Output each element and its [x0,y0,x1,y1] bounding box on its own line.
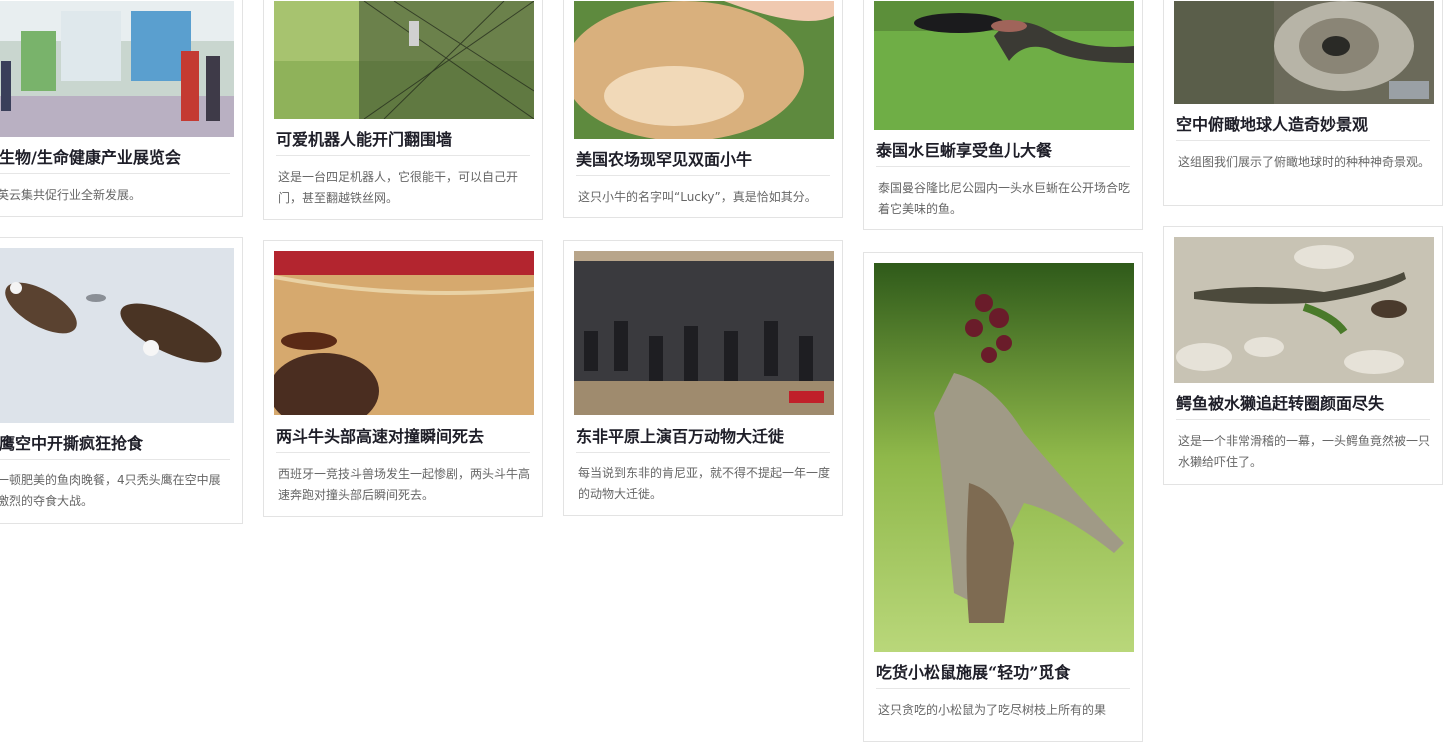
card-title[interactable]: 美国农场现罕见双面小牛 [576,148,830,176]
bullring-photo[interactable] [274,251,534,415]
card-description: 这只贪吃的小松鼠为了吃尽树枝上所有的果 [878,703,1107,717]
card-title[interactable]: 鳄鱼被水獭追赶转圈颜面尽失 [1176,392,1430,420]
card-title[interactable]: 可爱机器人能开门翻围墙 [276,128,530,156]
news-card-calf[interactable]: 美国农场现罕见双面小牛 这只小牛的名字叫“Lucky”，真是恰如其分。 [563,0,843,218]
card-title[interactable]: 泰国水巨蜥享受鱼儿大餐 [876,139,1130,167]
card-title[interactable]: 两斗牛头部高速对撞瞬间死去 [276,425,530,453]
news-card-lizard[interactable]: 泰国水巨蜥享受鱼儿大餐 泰国曼谷隆比尼公园内一头水巨蜥在公开场合吃着它美味的鱼。 [863,0,1143,230]
card-description: 精英云集共促行业全新发展。 [0,188,142,202]
card-title[interactable]: 头鹰空中开撕疯狂抢食 [0,432,230,460]
card-description: 这是一个非常滑稽的一幕，一头鳄鱼竟然被一只水獭给吓住了。 [1178,434,1431,469]
news-card-bulls[interactable]: 两斗牛头部高速对撞瞬间死去 西班牙一竞技斗兽场发生一起惨剧，两头斗牛高速奔跑对撞… [263,240,543,517]
news-card-eagles[interactable]: 头鹰空中开撕疯狂抢食 了一顿肥美的鱼肉晚餐，4只秃头鹰在空中展了激烈的夺食大战。 [0,237,243,524]
news-card-expo[interactable]: 际生物/生命健康产业展览会 精英云集共促行业全新发展。 [0,0,243,217]
wildebeest-migration-photo[interactable] [574,251,834,415]
monitor-lizard-photo[interactable] [874,1,1134,130]
card-description: 西班牙一竞技斗兽场发生一起惨剧，两头斗牛高速奔跑对撞头部后瞬间死去。 [278,467,531,502]
news-card-aerial[interactable]: 空中俯瞰地球人造奇妙景观 这组图我们展示了俯瞰地球时的种种神奇景观。 [1163,0,1443,206]
news-card-squirrel[interactable]: 吃货小松鼠施展“轻功”觅食 这只贪吃的小松鼠为了吃尽树枝上所有的果 [863,252,1143,742]
robot-fence-photo[interactable] [274,1,534,119]
news-card-robot[interactable]: 可爱机器人能开门翻围墙 这是一台四足机器人，它很能干，可以自己开门，甚至翻越铁丝… [263,0,543,220]
card-description: 这组图我们展示了俯瞰地球时的种种神奇景观。 [1178,155,1431,169]
news-card-migration[interactable]: 东非平原上演百万动物大迁徙 每当说到东非的肯尼亚，就不得不提起一年一度的动物大迁… [563,240,843,516]
aerial-quarry-photo[interactable] [1174,1,1434,104]
news-card-crocodile[interactable]: 鳄鱼被水獭追赶转圈颜面尽失 这是一个非常滑稽的一幕，一头鳄鱼竟然被一只水獭给吓住… [1163,226,1443,485]
card-description: 泰国曼谷隆比尼公园内一头水巨蜥在公开场合吃着它美味的鱼。 [878,181,1131,216]
card-title[interactable]: 东非平原上演百万动物大迁徙 [576,425,830,453]
card-title[interactable]: 空中俯瞰地球人造奇妙景观 [1176,113,1430,141]
eagles-fighting-photo[interactable] [0,248,234,423]
two-faced-calf-photo[interactable] [574,1,834,139]
crocodile-otter-photo[interactable] [1174,237,1434,383]
squirrel-berries-photo[interactable] [874,263,1134,652]
expo-hall-photo[interactable] [0,1,234,137]
card-title[interactable]: 际生物/生命健康产业展览会 [0,146,230,174]
card-description: 这只小牛的名字叫“Lucky”，真是恰如其分。 [578,190,817,204]
card-description: 这是一台四足机器人，它很能干，可以自己开门，甚至翻越铁丝网。 [278,170,519,205]
card-title[interactable]: 吃货小松鼠施展“轻功”觅食 [876,661,1130,689]
card-description: 每当说到东非的肯尼亚，就不得不提起一年一度的动物大迁徙。 [578,466,831,501]
card-description: 了一顿肥美的鱼肉晚餐，4只秃头鹰在空中展了激烈的夺食大战。 [0,473,221,508]
